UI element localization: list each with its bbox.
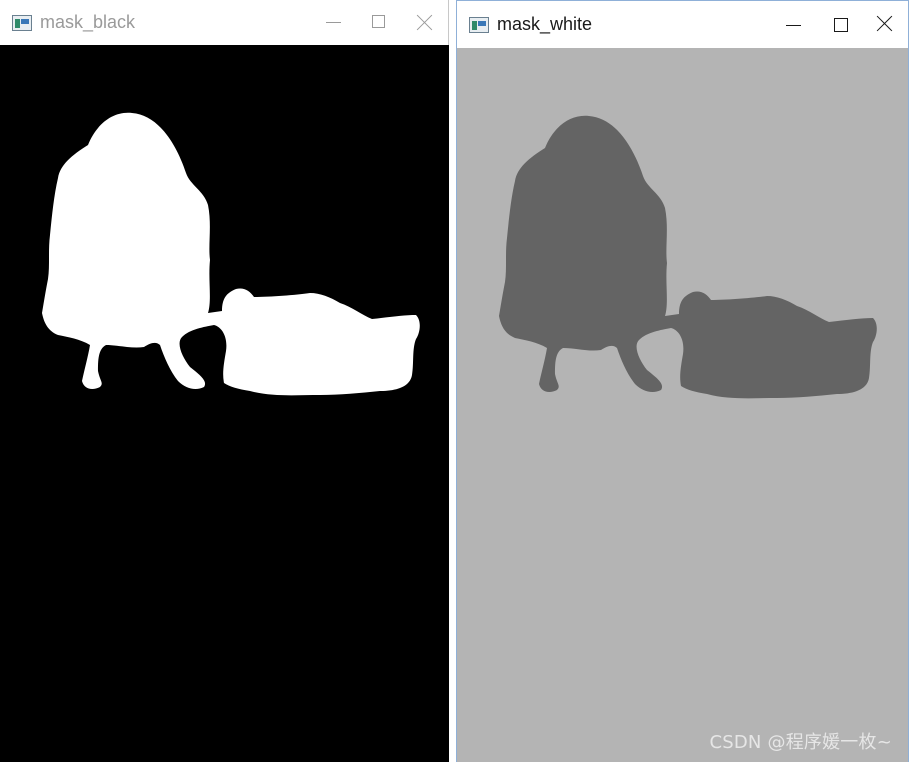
- watermark-text: CSDN @程序媛一枚~: [709, 732, 892, 753]
- minimize-icon: [786, 25, 801, 26]
- close-icon: [877, 15, 893, 31]
- mask-black-window[interactable]: mask_black: [0, 0, 449, 762]
- opencv-window-icon: [12, 14, 32, 31]
- maximize-icon: [834, 18, 848, 32]
- title-bar[interactable]: mask_black: [0, 0, 448, 45]
- close-icon: [417, 14, 433, 30]
- close-button[interactable]: [402, 0, 448, 45]
- title-bar[interactable]: mask_white: [457, 1, 908, 48]
- maximize-button[interactable]: [356, 0, 402, 45]
- opencv-window-icon: [469, 16, 489, 33]
- minimize-icon: [326, 22, 341, 23]
- close-button[interactable]: [862, 1, 908, 48]
- maximize-icon: [372, 15, 385, 28]
- image-canvas: [0, 45, 449, 762]
- mask-image: [499, 115, 877, 399]
- minimize-button[interactable]: [310, 0, 356, 45]
- mask-white-window[interactable]: mask_white CSDN @程序媛一枚~: [456, 0, 909, 762]
- window-title: mask_white: [497, 14, 593, 34]
- minimize-button[interactable]: [770, 1, 816, 48]
- image-canvas: CSDN @程序媛一枚~: [457, 48, 908, 762]
- mask-image: [42, 112, 420, 396]
- maximize-button[interactable]: [816, 1, 862, 48]
- window-title: mask_black: [40, 12, 136, 32]
